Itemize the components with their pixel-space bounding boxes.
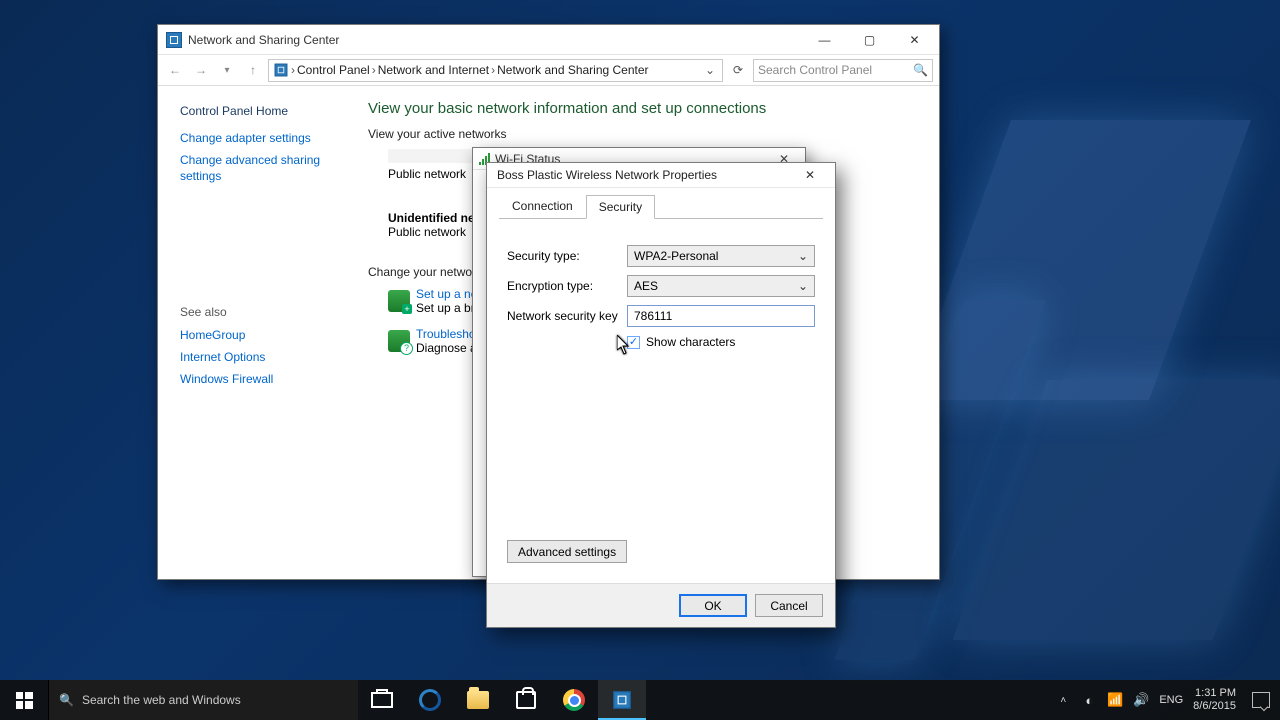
network-properties-dialog: Boss Plastic Wireless Network Properties… (486, 162, 836, 628)
recent-locations-icon[interactable]: ▾ (216, 59, 238, 81)
chevron-right-icon[interactable]: › (291, 63, 295, 77)
breadcrumb[interactable]: › Control Panel › Network and Internet ›… (268, 59, 723, 82)
tab-connection[interactable]: Connection (499, 194, 586, 218)
cp-sidebar: Control Panel Home Change adapter settin… (158, 86, 348, 579)
breadcrumb-item[interactable]: Network and Sharing Center (497, 63, 648, 77)
chrome-icon (563, 689, 585, 711)
maximize-button[interactable]: ▢ (847, 26, 892, 54)
sidebar-change-adapter-link[interactable]: Change adapter settings (180, 130, 338, 146)
sidebar-home-link[interactable]: Control Panel Home (180, 104, 338, 118)
page-heading: View your basic network information and … (368, 100, 919, 117)
cp-nav-bar: ← → ▾ ↑ › Control Panel › Network and In… (158, 55, 939, 86)
action-center-icon[interactable] (1252, 692, 1270, 708)
network-key-value: 786111 (634, 309, 672, 323)
store-icon (516, 691, 536, 709)
taskbar-clock[interactable]: 1:31 PM 8/6/2015 (1193, 687, 1236, 712)
tray-language-indicator[interactable]: ENG (1159, 694, 1183, 706)
dialog-button-bar: OK Cancel (487, 583, 835, 627)
see-also-firewall-link[interactable]: Windows Firewall (180, 371, 338, 387)
control-panel-taskbar-button[interactable] (598, 680, 646, 720)
props-close-button[interactable]: ✕ (791, 163, 829, 187)
see-also-section: See also HomeGroup Internet Options Wind… (180, 305, 338, 388)
cancel-button[interactable]: Cancel (755, 594, 823, 617)
close-button[interactable]: ✕ (892, 26, 937, 54)
active-networks-label: View your active networks (368, 127, 919, 141)
tab-security[interactable]: Security (586, 195, 655, 219)
breadcrumb-root-icon[interactable] (273, 62, 289, 78)
props-security-panel: Security type: WPA2-Personal ⌄ Encryptio… (487, 219, 835, 583)
troubleshoot-icon (388, 330, 410, 352)
nav-forward-icon[interactable]: → (190, 59, 212, 81)
windows-logo-icon (16, 692, 33, 709)
see-also-label: See also (180, 305, 338, 319)
sidebar-advanced-sharing-link[interactable]: Change advanced sharing settings (180, 152, 338, 184)
encryption-type-label: Encryption type: (507, 279, 627, 293)
taskbar-search-input[interactable]: 🔍 Search the web and Windows (48, 680, 358, 720)
system-tray: ˄ ◐ 📶 🔊 ENG 1:31 PM 8/6/2015 (1045, 687, 1280, 712)
nav-up-icon[interactable]: ↑ (242, 59, 264, 81)
breadcrumb-item[interactable]: Control Panel (297, 63, 370, 77)
taskbar-date: 8/6/2015 (1193, 700, 1236, 713)
network-key-label: Network security key (507, 309, 627, 323)
control-panel-taskbar-icon (610, 688, 634, 712)
taskbar: 🔍 Search the web and Windows ˄ ◐ 📶 🔊 ENG… (0, 680, 1280, 720)
minimize-button[interactable]: — (802, 26, 847, 54)
edge-icon (419, 689, 441, 711)
setup-connection-icon (388, 290, 410, 312)
search-placeholder: Search Control Panel (758, 63, 913, 77)
edge-taskbar-button[interactable] (406, 680, 454, 720)
file-explorer-taskbar-button[interactable] (454, 680, 502, 720)
security-type-label: Security type: (507, 249, 627, 263)
ok-button[interactable]: OK (679, 594, 747, 617)
chevron-right-icon[interactable]: › (372, 63, 376, 77)
see-also-homegroup-link[interactable]: HomeGroup (180, 327, 338, 343)
taskbar-search-placeholder: Search the web and Windows (82, 693, 241, 707)
tray-overflow-icon[interactable]: ˄ (1055, 692, 1071, 708)
refresh-icon[interactable]: ⟳ (727, 59, 749, 81)
breadcrumb-item[interactable]: Network and Internet (378, 63, 489, 77)
chevron-down-icon: ⌄ (798, 249, 808, 263)
network-key-input[interactable]: 786111 (627, 305, 815, 327)
encryption-type-select[interactable]: AES ⌄ (627, 275, 815, 297)
search-icon: 🔍 (59, 693, 74, 707)
security-type-select[interactable]: WPA2-Personal ⌄ (627, 245, 815, 267)
show-characters-checkbox[interactable] (627, 336, 640, 349)
search-input[interactable]: Search Control Panel 🔍 (753, 59, 933, 82)
chevron-down-icon: ⌄ (798, 279, 808, 293)
chrome-taskbar-button[interactable] (550, 680, 598, 720)
security-type-value: WPA2-Personal (634, 249, 718, 263)
see-also-internet-options-link[interactable]: Internet Options (180, 349, 338, 365)
tray-network-icon[interactable]: 📶 (1107, 692, 1123, 708)
task-view-button[interactable] (358, 680, 406, 720)
search-icon[interactable]: 🔍 (913, 63, 928, 77)
tray-app-icon[interactable]: ◐ (1081, 692, 1097, 708)
props-title: Boss Plastic Wireless Network Properties (497, 168, 717, 182)
props-title-bar[interactable]: Boss Plastic Wireless Network Properties… (487, 163, 835, 188)
nav-back-icon[interactable]: ← (164, 59, 186, 81)
encryption-type-value: AES (634, 279, 658, 293)
task-view-icon (371, 692, 393, 708)
taskbar-time: 1:31 PM (1193, 687, 1236, 700)
chevron-right-icon[interactable]: › (491, 63, 495, 77)
control-panel-icon (166, 32, 182, 48)
chevron-down-icon[interactable]: ⌄ (702, 63, 718, 77)
folder-icon (467, 691, 489, 709)
tray-volume-icon[interactable]: 🔊 (1133, 692, 1149, 708)
store-taskbar-button[interactable] (502, 680, 550, 720)
cp-window-title: Network and Sharing Center (188, 33, 339, 47)
props-tabs: Connection Security (487, 188, 835, 218)
advanced-settings-button[interactable]: Advanced settings (507, 540, 627, 563)
start-button[interactable] (0, 680, 48, 720)
show-characters-label[interactable]: Show characters (646, 335, 735, 349)
cp-title-bar[interactable]: Network and Sharing Center — ▢ ✕ (158, 25, 939, 55)
